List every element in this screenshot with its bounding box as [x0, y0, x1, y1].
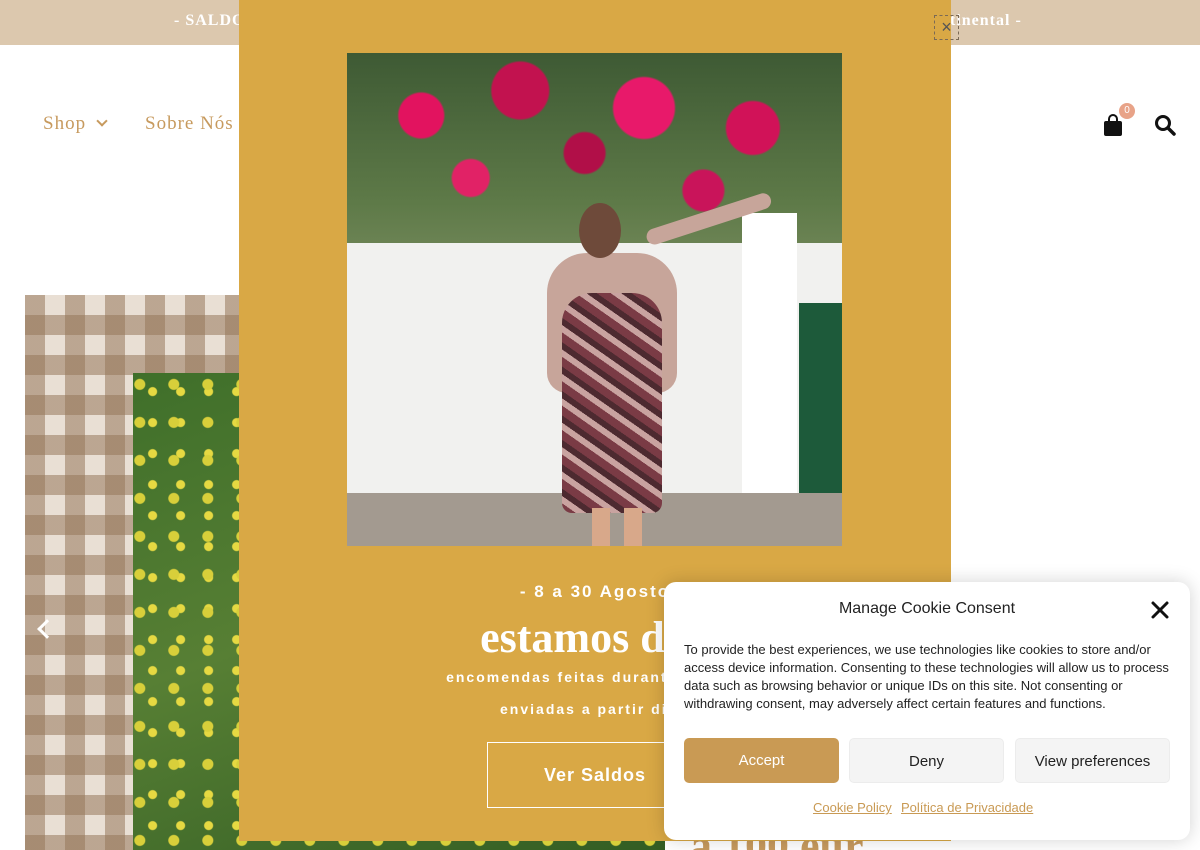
view-preferences-button[interactable]: View preferences [1015, 738, 1170, 783]
chevron-down-icon [96, 115, 108, 127]
photo-person-head [579, 203, 621, 258]
shopping-bag-icon[interactable] [1103, 114, 1123, 136]
privacy-policy-link[interactable]: Política de Privacidade [901, 800, 1033, 815]
nav-sobre-nos[interactable]: Sobre Nós [145, 113, 234, 135]
photo-door [799, 303, 842, 498]
cookie-description: To provide the best experiences, we use … [684, 642, 1169, 711]
close-icon[interactable]: × [934, 15, 959, 40]
cookie-title: Manage Cookie Consent [838, 600, 1016, 617]
search-icon[interactable] [1154, 114, 1176, 136]
nav-shop-label: Shop [43, 113, 87, 134]
close-icon[interactable] [1148, 598, 1172, 622]
popup-photo [347, 53, 842, 546]
accept-button[interactable]: Accept [684, 738, 839, 783]
photo-person-legs [592, 508, 642, 546]
nav-shop[interactable]: Shop [43, 113, 108, 135]
deny-button[interactable]: Deny [849, 738, 1004, 783]
photo-person-dress [562, 293, 662, 513]
photo-post [742, 213, 797, 498]
cookie-consent-dialog: Manage Cookie Consent To provide the bes… [664, 582, 1190, 840]
cart-count-badge: 0 [1119, 103, 1135, 119]
announcement-text-right: tinental - [950, 12, 1022, 29]
cookie-policy-link[interactable]: Cookie Policy [813, 800, 892, 815]
